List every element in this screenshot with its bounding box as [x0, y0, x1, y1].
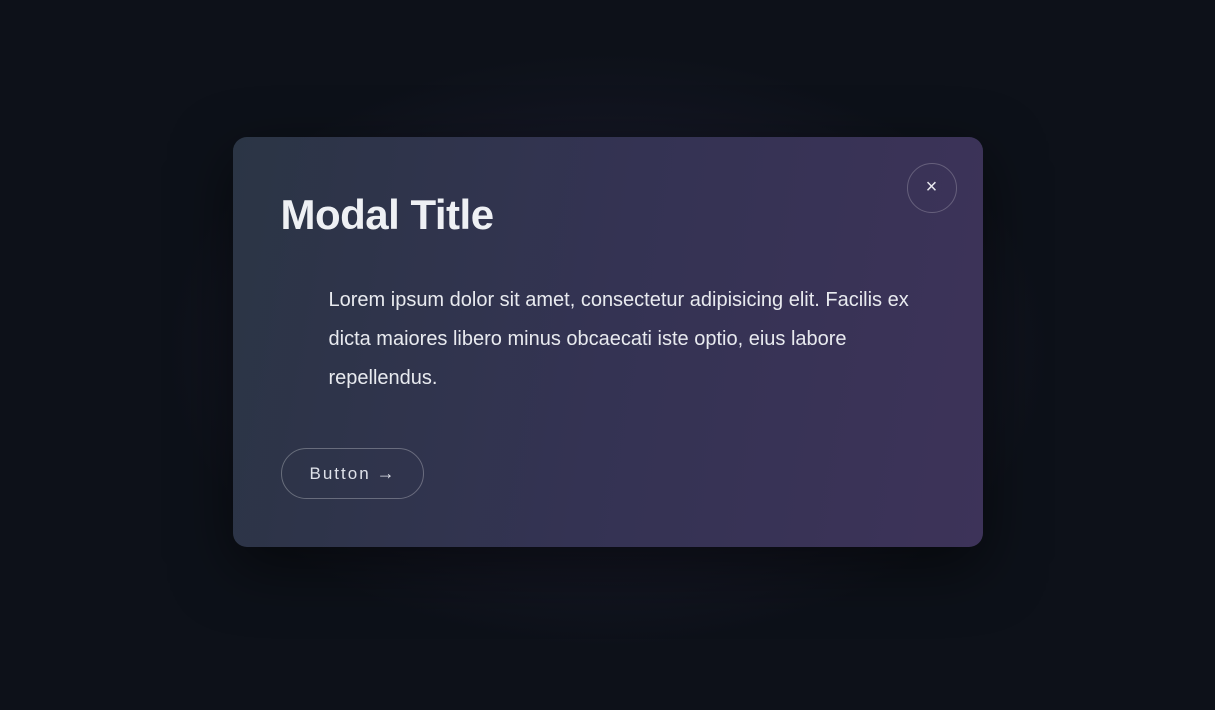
arrow-right-icon: →: [377, 463, 395, 483]
action-button-label: Button: [310, 464, 371, 483]
close-icon: ×: [926, 177, 938, 197]
close-button[interactable]: ×: [907, 163, 957, 213]
modal-dialog: × Modal Title Lorem ipsum dolor sit amet…: [233, 137, 983, 547]
action-button[interactable]: Button →: [281, 448, 424, 499]
modal-body-text: Lorem ipsum dolor sit amet, consectetur …: [281, 281, 935, 398]
modal-title: Modal Title: [281, 191, 935, 239]
